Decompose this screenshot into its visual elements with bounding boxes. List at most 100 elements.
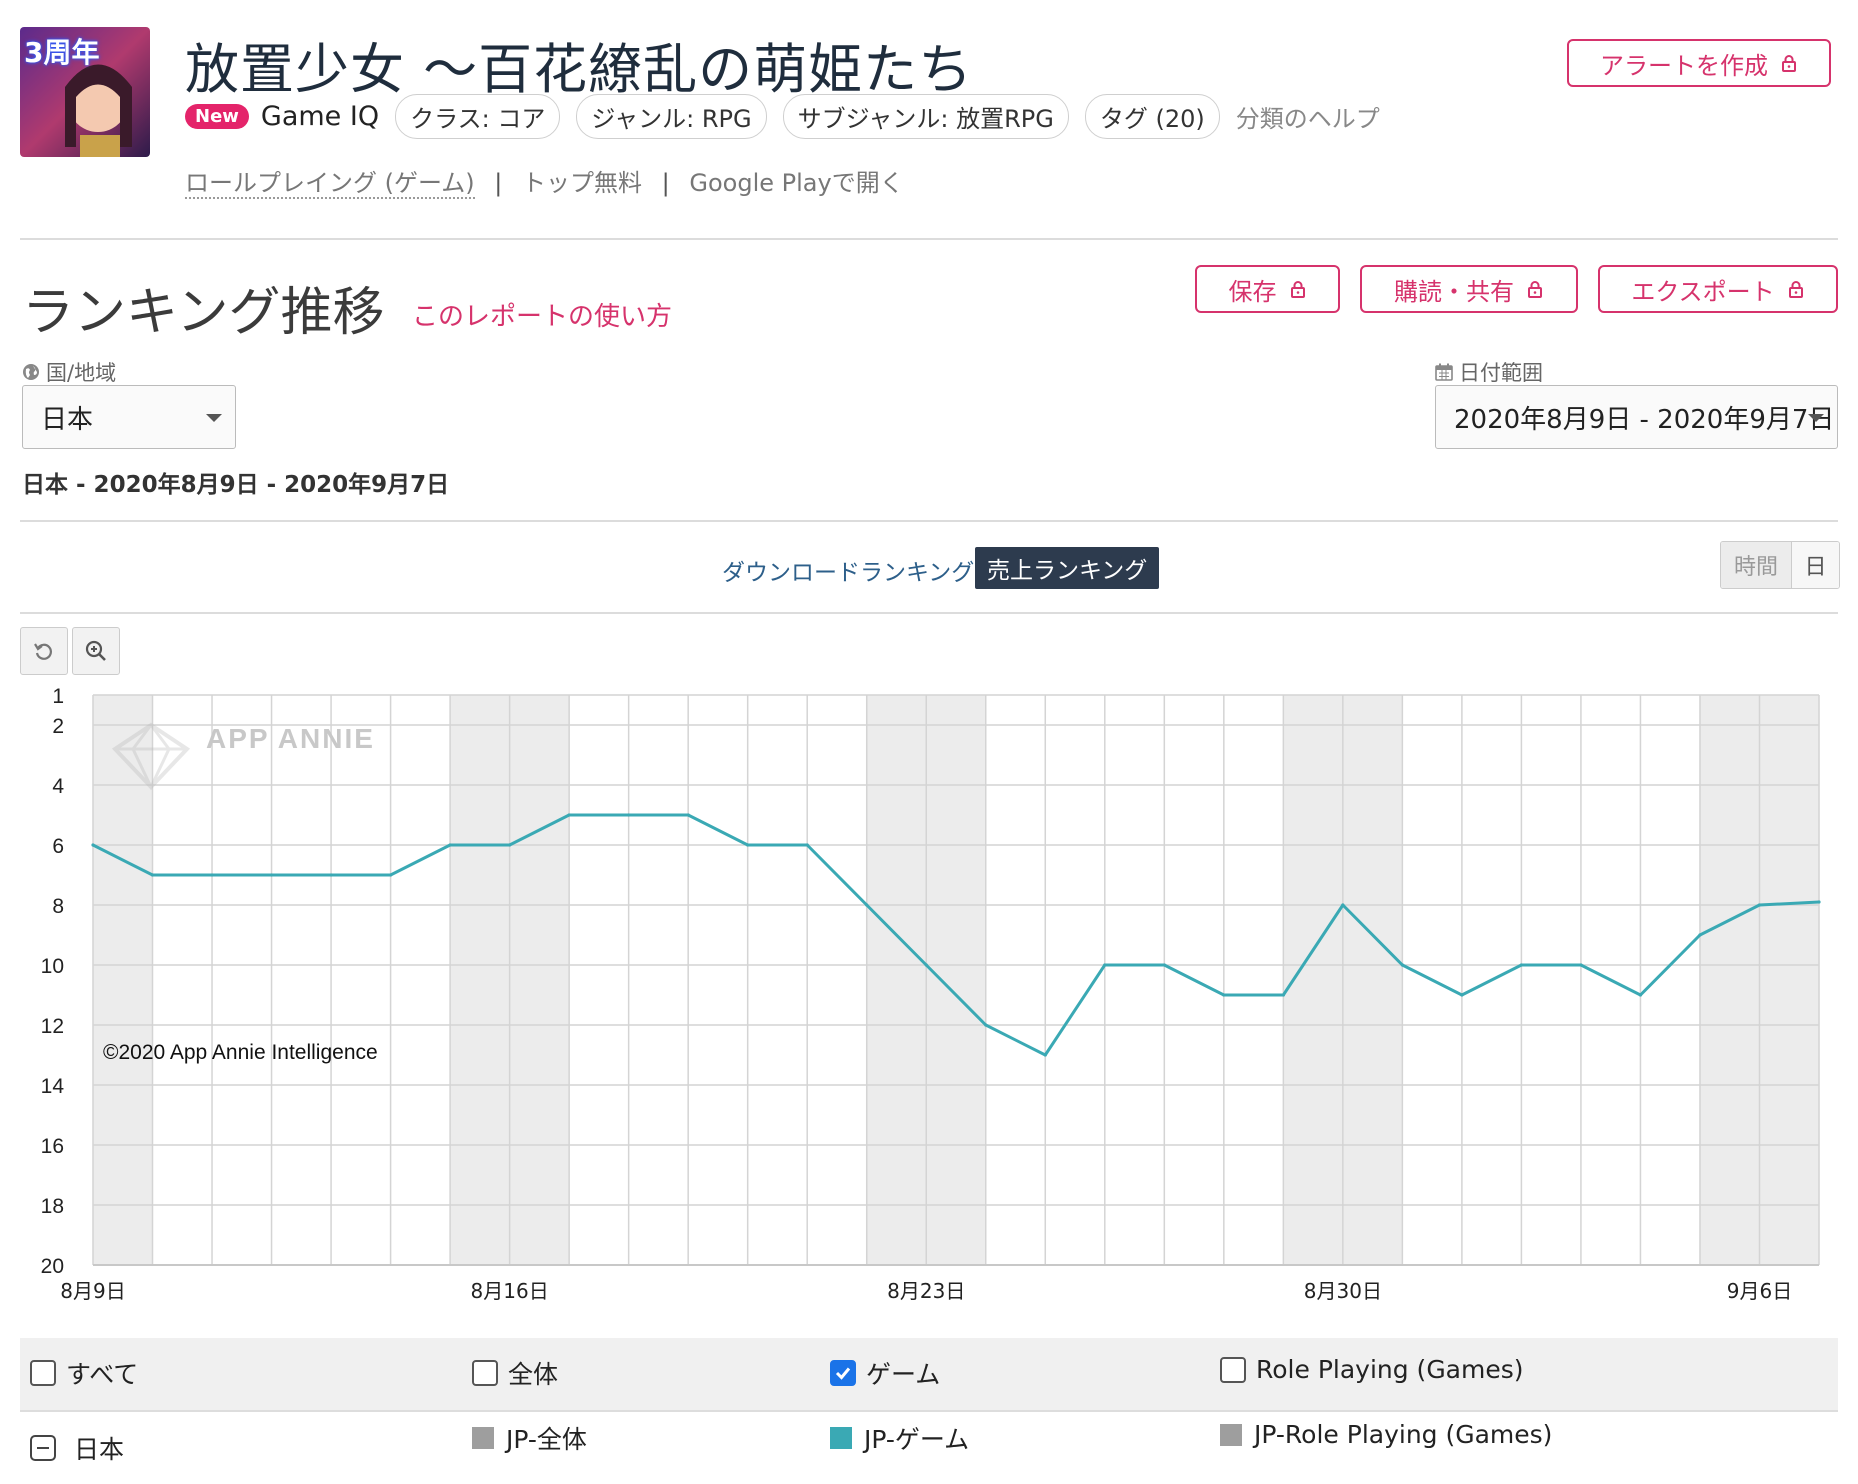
category-link[interactable]: ロールプレイング (ゲーム) — [185, 169, 475, 199]
zoom-button[interactable] — [72, 627, 120, 675]
new-badge: New — [185, 103, 249, 129]
data-point[interactable] — [448, 843, 452, 847]
series-game-label: JP-ゲーム — [864, 1425, 970, 1454]
y-tick-label: 8 — [52, 895, 64, 918]
data-point[interactable] — [1103, 963, 1107, 967]
tab-revenue-ranking[interactable]: 売上ランキング — [975, 547, 1160, 589]
x-tick-label: 8月23日 — [887, 1279, 965, 1303]
data-point[interactable] — [1162, 963, 1166, 967]
data-point[interactable] — [1519, 963, 1524, 967]
tag-class[interactable]: クラス: コア — [395, 93, 561, 139]
app-badge-row: New Game IQ クラス: コア ジャンル: RPG サブジャンル: 放置… — [185, 93, 1380, 139]
data-point[interactable] — [805, 843, 809, 847]
checkbox-role-playing[interactable] — [1220, 1356, 1246, 1383]
report-howto-link[interactable]: このレポートの使い方 — [412, 296, 672, 333]
top-free-link[interactable]: トップ無料 — [522, 169, 642, 197]
chevron-down-icon — [206, 414, 222, 422]
data-point[interactable] — [1043, 1053, 1047, 1057]
data-point[interactable] — [269, 873, 274, 877]
legend-overall[interactable]: 全体 — [472, 1355, 558, 1391]
save-label: 保存 — [1228, 277, 1277, 306]
lock-icon — [1290, 281, 1305, 298]
checkbox-all[interactable] — [30, 1360, 56, 1386]
y-tick-label: 1 — [52, 685, 64, 708]
y-tick-label: 20 — [41, 1255, 64, 1278]
data-point[interactable] — [1341, 903, 1345, 907]
tab-download-ranking[interactable]: ダウンロードランキング — [722, 553, 974, 587]
section-title: ランキング推移 — [22, 283, 385, 343]
chevron-down-icon — [1808, 414, 1824, 422]
date-range-select[interactable]: 2020年8月9日 - 2020年9月7日 — [1435, 385, 1838, 449]
ranking-chart[interactable]: APP ANNIE 12468101214161820 8月9日 8月16日 8月2… — [0, 680, 1858, 1320]
data-point[interactable] — [150, 873, 155, 877]
data-point[interactable] — [1281, 993, 1285, 997]
data-point[interactable] — [1698, 933, 1702, 937]
data-point[interactable] — [1817, 900, 1821, 904]
checkbox-overall[interactable] — [472, 1360, 498, 1386]
data-point[interactable] — [508, 843, 512, 847]
data-point[interactable] — [1400, 963, 1404, 967]
legend-game[interactable]: ゲーム — [830, 1355, 940, 1391]
y-tick-label: 14 — [41, 1075, 65, 1098]
legend-all-label: すべて — [66, 1360, 139, 1389]
series-overall[interactable]: JP-全体 — [472, 1420, 587, 1456]
tag-tags[interactable]: タグ (20) — [1084, 93, 1220, 139]
subscribe-share-button[interactable]: 購読・共有 — [1360, 265, 1578, 313]
data-point[interactable] — [388, 873, 393, 877]
data-point[interactable] — [627, 813, 631, 817]
create-alert-button[interactable]: アラートを作成 — [1567, 39, 1831, 87]
save-button[interactable]: 保存 — [1195, 265, 1340, 313]
data-point[interactable] — [1460, 993, 1464, 997]
x-tick-label: 8月9日 — [60, 1279, 125, 1303]
lock-icon — [1788, 281, 1803, 298]
checkbox-game[interactable] — [830, 1360, 856, 1386]
country-row[interactable]: 日本 — [30, 1430, 124, 1466]
legend-role-playing-label: Role Playing (Games) — [1256, 1355, 1524, 1384]
google-play-link[interactable]: Google Playで開く — [689, 169, 903, 197]
data-point[interactable] — [1579, 963, 1583, 967]
data-point[interactable] — [1638, 993, 1643, 997]
data-point[interactable] — [746, 843, 750, 847]
series-game[interactable]: JP-ゲーム — [830, 1420, 969, 1456]
series-rpg[interactable]: JP-Role Playing (Games) — [1220, 1420, 1552, 1449]
data-point[interactable] — [1757, 903, 1762, 907]
classify-help-link[interactable]: 分類のヘルプ — [1236, 99, 1380, 134]
granularity-toggle: 時間 日 — [1720, 541, 1840, 589]
calendar-icon — [1435, 363, 1453, 381]
legend-all[interactable]: すべて — [30, 1355, 138, 1391]
tag-genre[interactable]: ジャンル: RPG — [576, 93, 767, 139]
tabs-divider — [20, 612, 1838, 614]
filters-divider — [20, 520, 1838, 522]
series-overall-swatch — [472, 1427, 494, 1449]
y-tick-label: 10 — [41, 955, 64, 978]
legend-role-playing[interactable]: Role Playing (Games) — [1220, 1355, 1524, 1384]
y-tick-label: 2 — [52, 715, 64, 738]
series-rpg-swatch — [1220, 1423, 1242, 1446]
reset-zoom-button[interactable] — [20, 627, 68, 675]
data-point[interactable] — [865, 903, 869, 907]
granularity-hourly-button[interactable]: 時間 — [1721, 542, 1791, 588]
data-point[interactable] — [984, 1023, 988, 1027]
anniversary-badge: 3周年 — [24, 36, 100, 69]
data-point[interactable] — [91, 843, 95, 847]
weekend-band — [926, 695, 986, 1265]
country-select[interactable]: 日本 — [22, 385, 236, 449]
weekend-band — [450, 695, 510, 1265]
globe-icon — [23, 364, 39, 380]
tag-subgenre[interactable]: サブジャンル: 放置RPG — [782, 93, 1069, 139]
data-point[interactable] — [329, 873, 333, 877]
export-button[interactable]: エクスポート — [1598, 265, 1838, 313]
granularity-daily-button[interactable]: 日 — [1791, 542, 1839, 588]
y-tick-label: 16 — [41, 1135, 64, 1158]
series-overall-label: JP-全体 — [506, 1425, 587, 1454]
lock-icon — [1782, 55, 1796, 72]
create-alert-label: アラートを作成 — [1600, 51, 1768, 80]
collapse-icon[interactable] — [30, 1435, 56, 1461]
data-point[interactable] — [567, 813, 571, 817]
data-point[interactable] — [924, 963, 928, 967]
data-point[interactable] — [1222, 993, 1226, 997]
data-point[interactable] — [210, 873, 214, 877]
data-point[interactable] — [686, 813, 690, 817]
app-links-row: ロールプレイング (ゲーム) | トップ無料 | Google Playで開く — [185, 169, 904, 199]
country-label: 国/地域 — [46, 361, 117, 385]
